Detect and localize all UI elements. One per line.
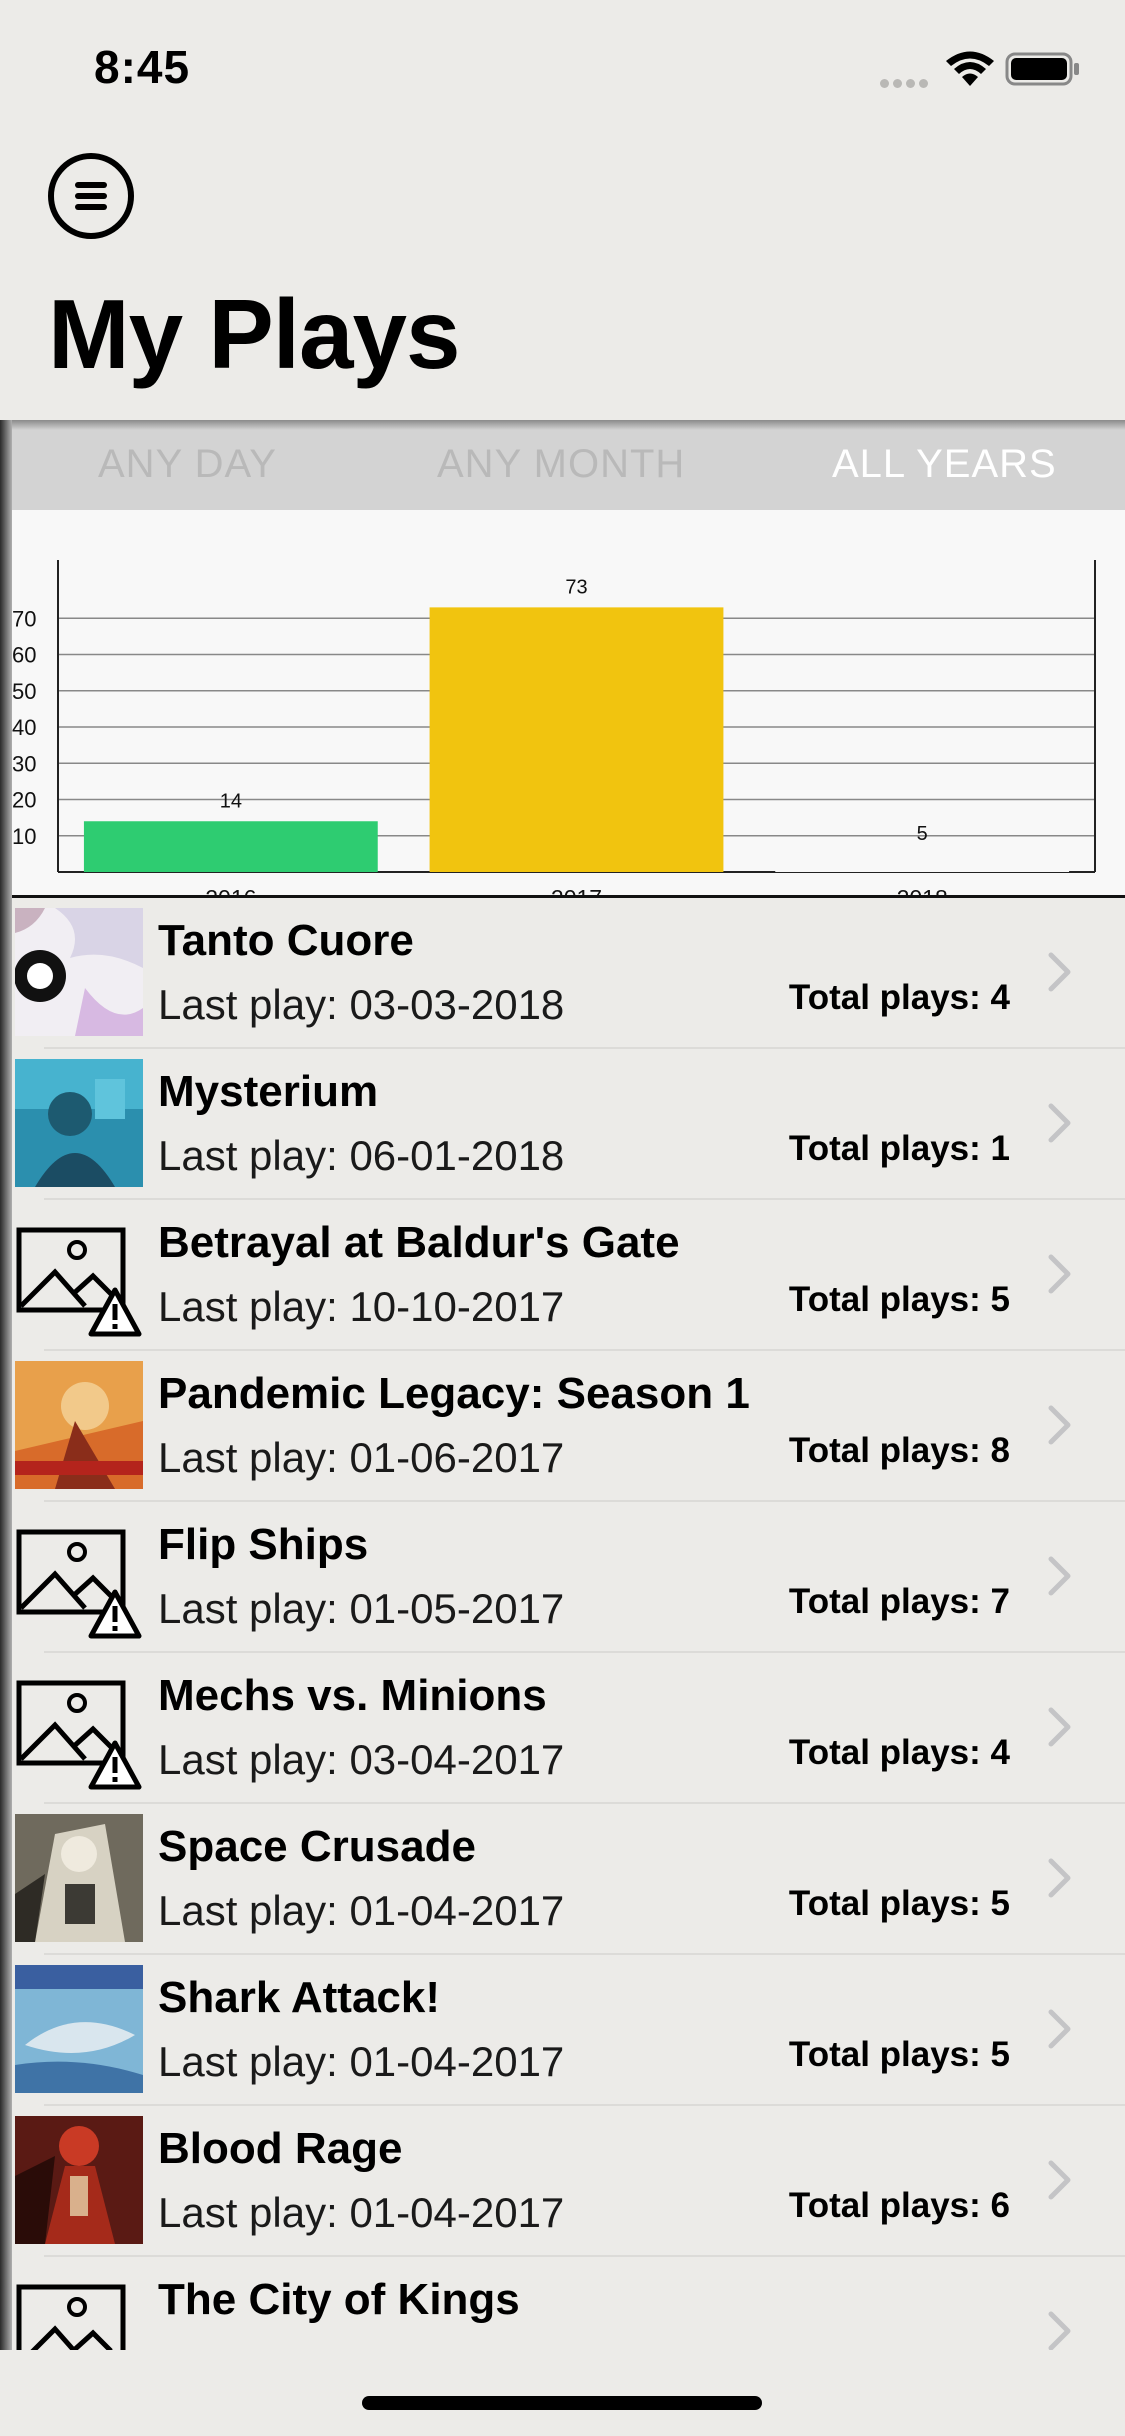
bar-value-label: 14 bbox=[220, 790, 242, 812]
chevron-right-icon bbox=[1048, 1858, 1071, 1898]
x-tick-label: 2018 bbox=[897, 885, 948, 895]
game-name: Tanto Cuore bbox=[158, 916, 414, 965]
plays-chart: 10 20 30 40 50 60 70 14 2016 73 2017 5 2018 bbox=[0, 510, 1125, 911]
last-play: Last play: 03-03-2018 bbox=[158, 981, 565, 1028]
game-thumbnail bbox=[15, 2116, 143, 2244]
bar-chart: 10 20 30 40 50 60 70 14 2016 73 2017 5 2018 bbox=[12, 560, 1096, 911]
total-plays: Total plays: 7 bbox=[788, 1582, 1010, 1621]
game-row[interactable]: Space Crusade Last play: 01-04-2017 Tota… bbox=[0, 1804, 1125, 1955]
y-tick-label: 50 bbox=[12, 679, 36, 704]
y-tick-label: 70 bbox=[12, 606, 36, 631]
game-name: The City of Kings bbox=[158, 2275, 520, 2324]
game-thumbnail bbox=[15, 908, 143, 1036]
menu-button[interactable] bbox=[48, 153, 134, 239]
chevron-right-icon bbox=[1048, 2311, 1071, 2350]
last-play: Last play: 01-04-2017 bbox=[158, 2038, 565, 2085]
chevron-right-icon bbox=[1048, 2160, 1071, 2200]
bar-value-label: 5 bbox=[917, 823, 928, 845]
x-tick-label: 2017 bbox=[551, 885, 602, 895]
chevron-right-icon bbox=[1048, 1254, 1071, 1294]
hamburger-icon-line bbox=[75, 204, 107, 210]
total-plays: Total plays: 4 bbox=[788, 978, 1010, 1017]
chevron-right-icon bbox=[1048, 1556, 1071, 1596]
filter-any-month[interactable]: ANY MONTH bbox=[437, 442, 685, 487]
game-row[interactable]: Flip Ships Last play: 01-05-2017 Total p… bbox=[0, 1502, 1125, 1653]
game-name: Mysterium bbox=[158, 1067, 379, 1116]
game-row[interactable]: Mysterium Last play: 06-01-2018 Total pl… bbox=[0, 1049, 1125, 1200]
total-plays: Total plays: 8 bbox=[788, 1431, 1010, 1470]
chevron-right-icon bbox=[1048, 1405, 1071, 1445]
game-thumbnail bbox=[15, 1361, 143, 1489]
battery-icon bbox=[1005, 52, 1079, 86]
game-name: Shark Attack! bbox=[158, 1973, 441, 2022]
total-plays: Total plays: 4 bbox=[788, 1733, 1010, 1772]
signal-icon bbox=[880, 75, 932, 93]
game-list: Tanto Cuore Last play: 03-03-2018 Total … bbox=[0, 898, 1125, 2350]
chevron-right-icon bbox=[1048, 2009, 1071, 2049]
filter-all-years[interactable]: ALL YEARS bbox=[832, 442, 1057, 487]
total-plays: Total plays: 5 bbox=[788, 1884, 1010, 1923]
game-thumbnail bbox=[15, 1059, 143, 1187]
game-thumbnail bbox=[15, 1814, 143, 1942]
total-plays: Total plays: 6 bbox=[788, 2186, 1010, 2225]
game-row[interactable]: Pandemic Legacy: Season 1 Last play: 01-… bbox=[0, 1351, 1125, 1502]
last-play: Last play: 01-06-2017 bbox=[158, 1434, 565, 1481]
missing-image-icon bbox=[15, 2267, 143, 2350]
main-content: ANY DAY ANY MONTH ALL YEARS 10 20 30 40 50 60… bbox=[0, 420, 1125, 2350]
game-name: Blood Rage bbox=[158, 2124, 403, 2173]
missing-image-icon bbox=[15, 1210, 143, 1338]
game-row[interactable]: Blood Rage Last play: 01-04-2017 Total p… bbox=[0, 2106, 1125, 2257]
y-tick-label: 30 bbox=[12, 751, 36, 776]
missing-image-icon bbox=[15, 1663, 143, 1791]
status-time: 8:45 bbox=[94, 41, 191, 93]
game-row[interactable]: Shark Attack! Last play: 01-04-2017 Tota… bbox=[0, 1955, 1125, 2106]
y-tick-label: 40 bbox=[12, 715, 36, 740]
game-row[interactable]: Tanto Cuore Last play: 03-03-2018 Total … bbox=[0, 898, 1125, 1049]
home-indicator[interactable] bbox=[362, 2396, 762, 2410]
status-bar: 8:45 bbox=[0, 0, 1125, 130]
last-play: Last play: 06-01-2018 bbox=[158, 1132, 565, 1179]
chart-bar bbox=[429, 607, 724, 872]
chart-bar bbox=[775, 853, 1070, 872]
hamburger-icon-line bbox=[75, 193, 107, 199]
filter-bar: ANY DAY ANY MONTH ALL YEARS bbox=[0, 420, 1125, 510]
last-play: Last play: 01-05-2017 bbox=[158, 1585, 565, 1632]
last-play: Last play: 10-10-2017 bbox=[158, 1283, 565, 1330]
chevron-right-icon bbox=[1048, 1103, 1071, 1143]
game-thumbnail bbox=[15, 1965, 143, 2093]
wifi-icon bbox=[946, 51, 994, 86]
total-plays: Total plays: 1 bbox=[788, 1129, 1010, 1168]
chevron-right-icon bbox=[1048, 1707, 1071, 1747]
y-tick-label: 20 bbox=[12, 788, 36, 813]
y-tick-label: 10 bbox=[12, 824, 36, 849]
game-name: Space Crusade bbox=[158, 1822, 476, 1871]
filter-any-day[interactable]: ANY DAY bbox=[98, 442, 277, 487]
chevron-right-icon bbox=[1048, 952, 1071, 992]
total-plays: Total plays: 5 bbox=[788, 1280, 1010, 1319]
total-plays: Total plays: 5 bbox=[788, 2035, 1010, 2074]
game-name: Pandemic Legacy: Season 1 bbox=[158, 1369, 750, 1418]
last-play: Last play: 01-04-2017 bbox=[158, 1887, 565, 1934]
x-tick-label: 2016 bbox=[205, 885, 256, 895]
page-title: My Plays bbox=[48, 279, 460, 389]
game-row[interactable]: The City of Kings bbox=[0, 2257, 1125, 2350]
missing-image-icon bbox=[15, 1512, 143, 1640]
bar-value-label: 73 bbox=[565, 576, 587, 598]
game-row[interactable]: Mechs vs. Minions Last play: 03-04-2017 … bbox=[0, 1653, 1125, 1804]
hamburger-icon bbox=[75, 182, 107, 188]
game-row[interactable]: Betrayal at Baldur's Gate Last play: 10-… bbox=[0, 1200, 1125, 1351]
last-play: Last play: 03-04-2017 bbox=[158, 1736, 565, 1783]
chart-bar bbox=[83, 821, 378, 872]
game-name: Mechs vs. Minions bbox=[158, 1671, 547, 1720]
last-play: Last play: 01-04-2017 bbox=[158, 2189, 565, 2236]
y-tick-label: 60 bbox=[12, 643, 36, 668]
game-name: Flip Ships bbox=[158, 1520, 369, 1569]
game-name: Betrayal at Baldur's Gate bbox=[158, 1218, 680, 1267]
